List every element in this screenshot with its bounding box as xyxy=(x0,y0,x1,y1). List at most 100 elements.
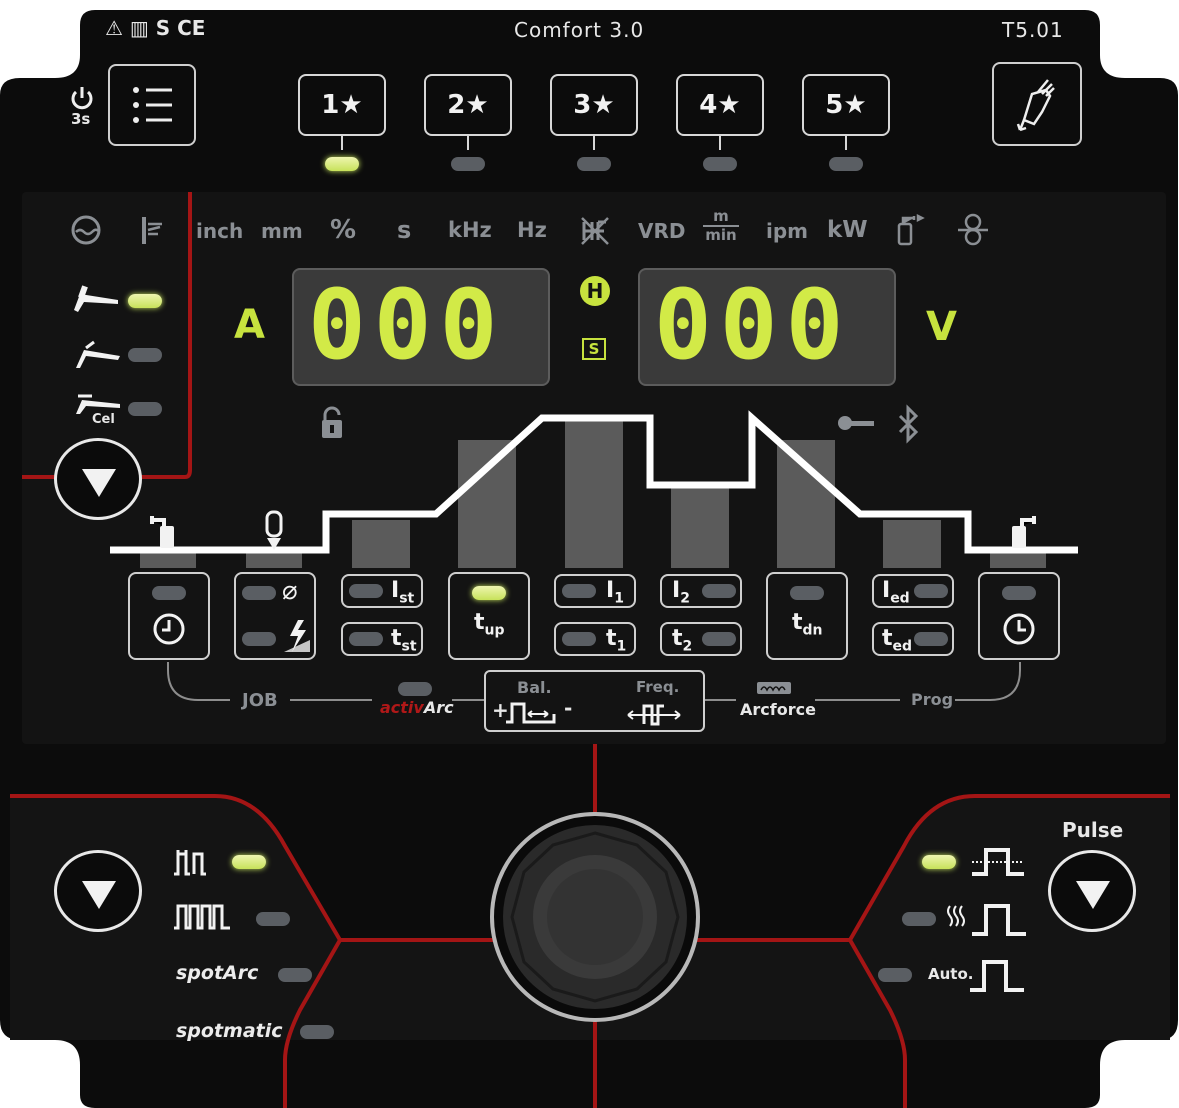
balance-waveform-icon xyxy=(506,702,556,724)
end-time-symbol: ted xyxy=(882,626,913,655)
activarc-label-activ: activ xyxy=(380,698,424,717)
pulse-led-average xyxy=(922,855,956,869)
end-current-symbol: Ied xyxy=(882,578,910,607)
balance-minus-label: - xyxy=(564,696,573,720)
unit-min: min xyxy=(705,226,737,244)
torch-hand-icon xyxy=(1016,79,1055,132)
setting-indicator-label: S xyxy=(588,340,600,358)
secondary-time-led xyxy=(702,632,736,646)
favourite-button-5[interactable]: 5★ xyxy=(802,74,890,136)
model-name: Comfort 3.0 xyxy=(514,18,645,42)
list-icon xyxy=(133,87,172,123)
menu-button[interactable] xyxy=(108,64,196,146)
right-display: 000 xyxy=(638,268,896,386)
unit-seconds: s xyxy=(397,216,412,244)
secondary-current-button[interactable]: I2 xyxy=(660,574,742,608)
operating-mode-led-2-stroke xyxy=(232,855,266,869)
thermal-pulse-icon xyxy=(947,904,1026,936)
frequency-waveform-icon xyxy=(627,704,681,726)
gas-pre-flow-button[interactable] xyxy=(128,572,210,660)
favourite-led-2 xyxy=(451,157,485,171)
main-time-button[interactable]: t1 xyxy=(554,622,636,656)
activarc-led xyxy=(398,682,432,696)
secondary-current-symbol: I2 xyxy=(672,578,690,607)
favourite-led-3 xyxy=(577,157,611,171)
welding-method-selector-button[interactable] xyxy=(54,438,142,520)
upslope-time-button[interactable]: tup xyxy=(448,572,530,660)
electrode-tip-icon xyxy=(265,510,283,550)
favourite-led-1 xyxy=(325,157,359,171)
pulse-label: Pulse xyxy=(1062,818,1124,842)
balance-frequency-panel: Bal. Freq. + - xyxy=(484,670,705,732)
downslope-time-button[interactable]: tdn xyxy=(766,572,848,660)
power-hold-indicator: 3s xyxy=(68,86,98,130)
main-time-led xyxy=(562,632,596,646)
left-display: 000 xyxy=(292,268,550,386)
unit-m: m xyxy=(713,207,729,225)
setting-indicator: S xyxy=(582,338,606,360)
gas-post-flow-icon xyxy=(1012,516,1036,548)
unit-percent: % xyxy=(330,215,357,245)
favourite-button-4[interactable]: 4★ xyxy=(676,74,764,136)
favourite-button-1[interactable]: 1★ xyxy=(298,74,386,136)
gas-pre-flow-led xyxy=(152,586,186,600)
job-label: JOB xyxy=(242,690,278,711)
activarc-label: activArc xyxy=(380,698,454,717)
clock-icon xyxy=(153,613,185,645)
start-current-symbol: Ist xyxy=(391,578,415,607)
start-time-symbol: tst xyxy=(391,626,417,655)
unit-ipm: ipm xyxy=(766,219,809,243)
chevron-down-icon xyxy=(1076,881,1110,909)
tig-torch-icon xyxy=(74,285,118,312)
favourite-button-2[interactable]: 2★ xyxy=(424,74,512,136)
main-current-button[interactable]: I1 xyxy=(554,574,636,608)
gas-post-flow-led xyxy=(1002,586,1036,600)
upslope-time-led xyxy=(472,586,506,600)
spotarc-label: spotArc xyxy=(176,962,259,984)
diameter-ignition-button[interactable]: ⌀ xyxy=(234,572,316,660)
right-display-unit: V xyxy=(926,304,957,350)
cel-label: Cel xyxy=(92,412,115,427)
left-display-value: 000 xyxy=(308,269,506,381)
ignition-spark-icon xyxy=(284,620,310,652)
end-current-led xyxy=(914,584,948,598)
ignition-led xyxy=(242,632,276,646)
favourite-led-4 xyxy=(703,157,737,171)
unit-khz: kHz xyxy=(448,218,492,242)
gas-post-flow-button[interactable] xyxy=(978,572,1060,660)
operating-mode-selector-button[interactable] xyxy=(54,850,142,932)
downslope-time-led xyxy=(790,586,824,600)
unit-m-per-min: m min xyxy=(703,209,739,243)
end-time-button[interactable]: ted xyxy=(872,622,954,656)
unit-mm: mm xyxy=(261,219,303,243)
start-time-button[interactable]: tst xyxy=(341,622,423,656)
unit-kw: kW xyxy=(827,217,868,243)
secondary-time-button[interactable]: t2 xyxy=(660,622,742,656)
main-current-symbol: I1 xyxy=(606,578,624,607)
4-stroke-icon xyxy=(174,904,230,930)
arcforce-label: Arcforce xyxy=(740,700,816,719)
mma-electrode-icon xyxy=(76,340,120,368)
frequency-label: Freq. xyxy=(636,678,680,696)
end-current-button[interactable]: Ied xyxy=(872,574,954,608)
main-time-symbol: t1 xyxy=(606,626,627,655)
main-current-led xyxy=(562,584,596,598)
unit-vrd: VRD xyxy=(638,219,686,243)
pulse-mode-selector-button[interactable] xyxy=(1048,850,1136,932)
downslope-time-symbol: tdn xyxy=(792,610,823,639)
power-icon xyxy=(71,87,93,110)
electrode-led-tig xyxy=(128,294,162,308)
secondary-time-symbol: t2 xyxy=(672,626,693,655)
2-stroke-icon xyxy=(174,850,206,876)
diameter-led xyxy=(242,586,276,600)
unit-hz: Hz xyxy=(517,218,547,242)
spotmatic-label: spotmatic xyxy=(176,1020,283,1042)
activarc-label-arc: Arc xyxy=(423,698,454,717)
upslope-time-symbol: tup xyxy=(474,610,505,639)
water-cooling-icon xyxy=(71,215,101,245)
favourite-led-5 xyxy=(829,157,863,171)
favourite-button-3[interactable]: 3★ xyxy=(550,74,638,136)
start-current-button[interactable]: Ist xyxy=(341,574,423,608)
arcforce-icon xyxy=(757,682,791,694)
torch-mode-button[interactable] xyxy=(992,62,1082,146)
